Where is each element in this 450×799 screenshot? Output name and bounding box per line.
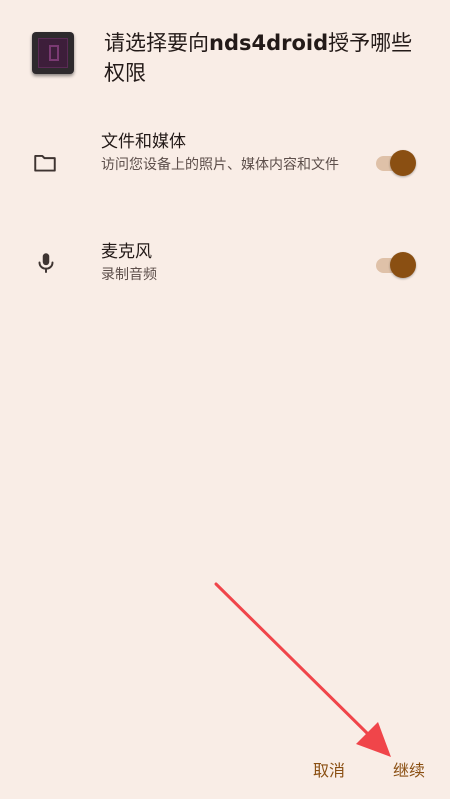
- microphone-icon: [38, 253, 54, 273]
- permission-description: 录制音频: [101, 267, 157, 283]
- toggle-thumb: [390, 252, 416, 278]
- folder-icon: [34, 154, 56, 172]
- app-icon: [32, 32, 74, 74]
- cancel-button[interactable]: 取消: [313, 758, 345, 784]
- dialog-title: 请选择要向nds4droid授予哪些权限: [104, 28, 429, 88]
- permission-item-microphone: 麦克风 录制音频: [0, 240, 450, 290]
- permission-title: 文件和媒体: [101, 132, 186, 152]
- files-media-toggle[interactable]: [376, 150, 416, 176]
- annotation-arrow: [214, 582, 391, 757]
- title-app-name: nds4droid: [209, 31, 329, 55]
- permission-item-files-media: 文件和媒体 访问您设备上的照片、媒体内容和文件: [0, 130, 450, 200]
- toggle-thumb: [390, 150, 416, 176]
- permission-title: 麦克风: [101, 242, 152, 262]
- microphone-toggle[interactable]: [376, 252, 416, 278]
- continue-button[interactable]: 继续: [393, 758, 425, 784]
- permission-description: 访问您设备上的照片、媒体内容和文件: [101, 157, 339, 173]
- title-prefix: 请选择要向: [104, 31, 209, 55]
- dialog-actions: 取消 继续: [0, 758, 450, 784]
